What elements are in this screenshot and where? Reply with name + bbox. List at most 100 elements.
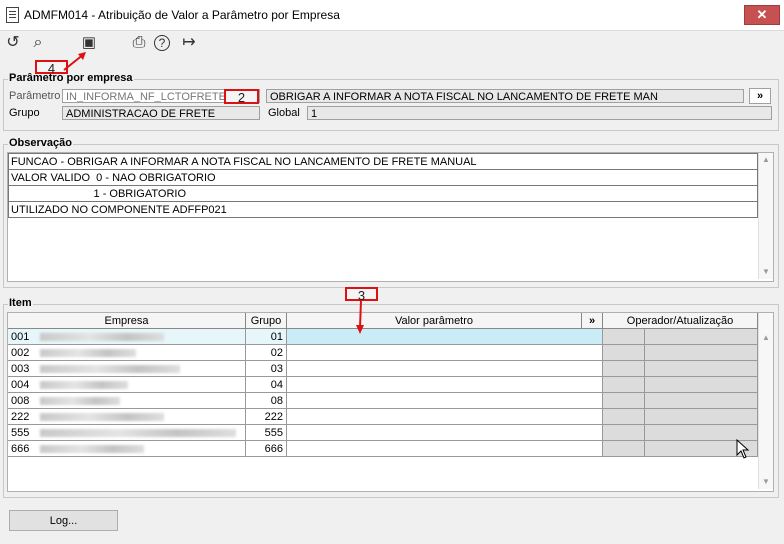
empresa-code: 004 <box>11 379 30 391</box>
redacted-company-name <box>40 349 136 357</box>
empresa-code: 555 <box>11 427 30 439</box>
redacted-company-name <box>40 333 164 341</box>
empresa-cell[interactable]: 666 <box>8 441 246 457</box>
grid-scrollbar[interactable]: ▲ ▼ <box>758 313 773 489</box>
redacted-company-name <box>40 365 180 373</box>
table-row[interactable]: 666 666 <box>8 441 758 457</box>
valor-cell[interactable] <box>287 377 603 393</box>
global-label: Global <box>268 107 300 119</box>
grupo-label: Grupo <box>9 107 40 119</box>
expand-description-button[interactable]: » <box>749 88 771 104</box>
valor-cell[interactable] <box>287 441 603 457</box>
column-header-valor[interactable]: Valor parâmetro <box>287 313 582 329</box>
redacted-company-name <box>40 445 144 453</box>
atualizacao-cell[interactable] <box>645 345 758 361</box>
redacted-company-name <box>40 397 120 405</box>
table-row[interactable]: 001 01 <box>8 329 758 345</box>
table-row[interactable]: 222 222 <box>8 409 758 425</box>
scroll-down-icon[interactable]: ▼ <box>759 267 773 276</box>
table-row[interactable]: 555 555 <box>8 425 758 441</box>
table-row[interactable]: 004 04 <box>8 377 758 393</box>
scroll-up-icon[interactable]: ▲ <box>759 333 773 342</box>
valor-cell[interactable] <box>287 329 603 345</box>
operador-cell[interactable] <box>603 441 645 457</box>
annotation-arrow-3 <box>356 300 364 334</box>
empresa-code: 008 <box>11 395 30 407</box>
refresh-icon[interactable]: ↺ <box>3 33 23 53</box>
operador-cell[interactable] <box>603 393 645 409</box>
empresa-code: 666 <box>11 443 30 455</box>
grupo-cell[interactable]: 04 <box>246 377 287 393</box>
valor-cell[interactable] <box>287 409 603 425</box>
parametro-label: Parâmetro <box>9 90 61 102</box>
empresa-cell[interactable]: 001 <box>8 329 246 345</box>
mouse-cursor-icon <box>736 439 750 459</box>
grupo-cell[interactable]: 01 <box>246 329 287 345</box>
exit-icon[interactable]: ↦ <box>179 33 199 53</box>
observation-group-legend: Observação <box>8 137 73 149</box>
observation-line: UTILIZADO NO COMPONENTE ADFFP021 <box>8 202 758 218</box>
atualizacao-cell[interactable] <box>645 361 758 377</box>
table-row[interactable]: 003 03 <box>8 361 758 377</box>
grupo-cell[interactable]: 555 <box>246 425 287 441</box>
grupo-field: ADMINISTRACAO DE FRETE <box>62 106 260 120</box>
empresa-code: 003 <box>11 363 30 375</box>
close-button[interactable]: ✕ <box>744 5 780 25</box>
observation-line: VALOR VALIDO 0 - NAO OBRIGATORIO <box>8 170 758 186</box>
grupo-cell[interactable]: 08 <box>246 393 287 409</box>
scroll-up-icon[interactable]: ▲ <box>759 155 773 164</box>
empresa-code: 222 <box>11 411 30 423</box>
column-header-grupo[interactable]: Grupo <box>246 313 287 329</box>
empresa-cell[interactable]: 222 <box>8 409 246 425</box>
table-row[interactable]: 008 08 <box>8 393 758 409</box>
scroll-down-icon[interactable]: ▼ <box>759 477 773 486</box>
annotation-arrow-4 <box>63 52 86 71</box>
redacted-company-name <box>40 429 236 437</box>
table-row[interactable]: 002 02 <box>8 345 758 361</box>
empresa-code: 001 <box>11 331 30 343</box>
grupo-cell[interactable]: 02 <box>246 345 287 361</box>
redacted-company-name <box>40 413 164 421</box>
grupo-cell[interactable]: 222 <box>246 409 287 425</box>
column-header-empresa[interactable]: Empresa <box>8 313 246 329</box>
empresa-cell[interactable]: 003 <box>8 361 246 377</box>
empresa-cell[interactable]: 555 <box>8 425 246 441</box>
column-header-operador[interactable]: Operador/Atualização <box>603 313 758 329</box>
grupo-cell[interactable]: 03 <box>246 361 287 377</box>
window-title: ADMFM014 - Atribuição de Valor a Parâmet… <box>24 8 340 22</box>
observation-scrollbar[interactable]: ▲ ▼ <box>758 153 773 279</box>
empresa-cell[interactable]: 002 <box>8 345 246 361</box>
grupo-cell[interactable]: 666 <box>246 441 287 457</box>
observation-textbox[interactable]: FUNCAO - OBRIGAR A INFORMAR A NOTA FISCA… <box>7 152 774 282</box>
operador-cell[interactable] <box>603 377 645 393</box>
atualizacao-cell[interactable] <box>645 393 758 409</box>
expand-valor-button[interactable]: » <box>582 313 603 329</box>
empresa-cell[interactable]: 004 <box>8 377 246 393</box>
document-icon <box>6 7 19 23</box>
atualizacao-cell[interactable] <box>645 409 758 425</box>
observation-line: 1 - OBRIGATORIO <box>8 186 758 202</box>
print-icon[interactable]: ⎙ <box>129 33 149 53</box>
operador-cell[interactable] <box>603 329 645 345</box>
valor-cell[interactable] <box>287 345 603 361</box>
operador-cell[interactable] <box>603 345 645 361</box>
help-icon[interactable]: ? <box>154 35 170 51</box>
atualizacao-cell[interactable] <box>645 377 758 393</box>
global-field: 1 <box>307 106 772 120</box>
operador-cell[interactable] <box>603 425 645 441</box>
empresa-cell[interactable]: 008 <box>8 393 246 409</box>
item-grid[interactable]: Empresa Grupo Valor parâmetro » Operador… <box>7 312 774 492</box>
operador-cell[interactable] <box>603 361 645 377</box>
search-icon[interactable]: ⌕ <box>28 33 48 53</box>
operador-cell[interactable] <box>603 409 645 425</box>
observation-line: FUNCAO - OBRIGAR A INFORMAR A NOTA FISCA… <box>8 153 758 170</box>
atualizacao-cell[interactable] <box>645 329 758 345</box>
valor-cell[interactable] <box>287 361 603 377</box>
valor-cell[interactable] <box>287 393 603 409</box>
log-button[interactable]: Log... <box>9 510 118 531</box>
item-group-legend: Item <box>8 297 33 309</box>
annotation-3: 3 <box>345 287 378 302</box>
empresa-code: 002 <box>11 347 30 359</box>
title-bar: ADMFM014 - Atribuição de Valor a Parâmet… <box>0 0 784 31</box>
valor-cell[interactable] <box>287 425 603 441</box>
